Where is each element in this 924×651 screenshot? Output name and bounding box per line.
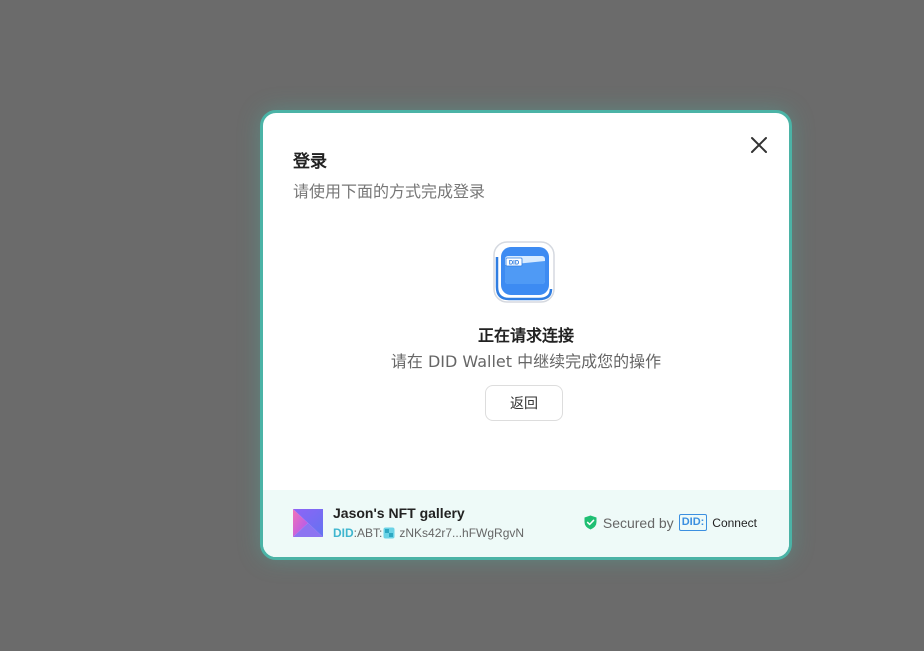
status-message: 请在 DID Wallet 中继续完成您的操作 [390,352,662,371]
shield-check-icon [584,515,597,530]
close-button[interactable] [747,133,771,157]
app-did: DID:ABT: zNKs42r7...hFWgRgvN [333,526,524,540]
did-prefix: DID [333,526,354,540]
app-logo [292,507,324,539]
did-connect-logo: DID: [678,514,708,531]
secured-label: Secured by [602,514,674,531]
login-dialog: 登录 请使用下面的方式完成登录 DID 正在请求连接 请在 DID Wallet… [260,110,792,560]
back-button[interactable]: 返回 [485,385,563,421]
did-address[interactable]: zNKs42r7...hFWgRgvN [399,526,524,540]
dialog-footer: Jason's NFT gallery DID:ABT: zNKs42r7...… [263,490,789,557]
app-name: Jason's NFT gallery [333,505,465,521]
abt-prefix: :ABT: [353,526,383,540]
connect-label: Connect [712,515,757,530]
secured-by: Secured by DID: Connect [584,514,757,531]
did-wallet-icon: DID [493,241,555,303]
address-avatar-icon [383,527,395,539]
close-icon [751,137,767,153]
dialog-title: 登录 [293,152,327,172]
wallet-icon-label: DID [509,260,520,266]
dialog-subtitle: 请使用下面的方式完成登录 [293,182,486,201]
status-title: 正在请求连接 [477,326,574,345]
